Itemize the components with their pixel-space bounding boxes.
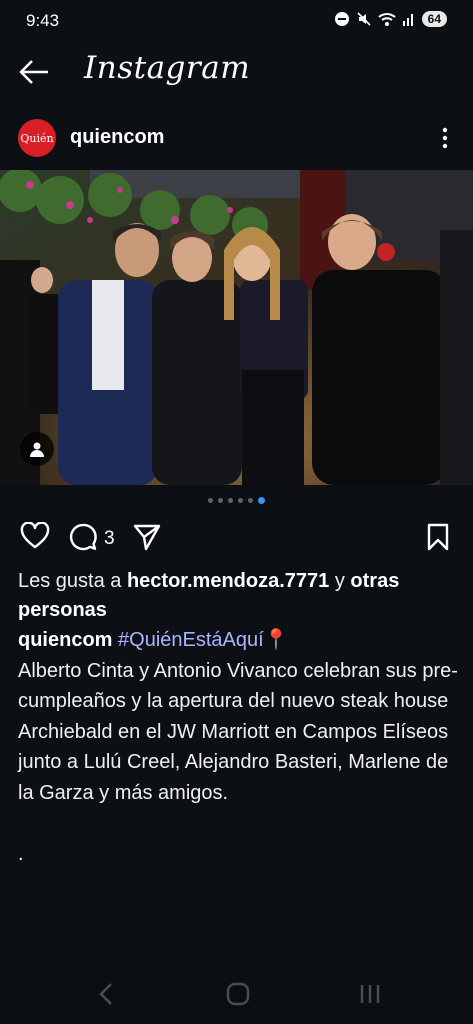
- system-nav-bar: [0, 964, 473, 1024]
- status-time: 9:43: [26, 11, 60, 30]
- battery-icon: 64: [421, 11, 447, 27]
- app-title: Instagram: [84, 50, 251, 86]
- user-tag-icon: [30, 442, 44, 457]
- carousel-dot: [218, 498, 223, 503]
- mute-icon: [357, 12, 371, 26]
- carousel-dot: [208, 498, 213, 503]
- avatar[interactable]: Quién: [18, 119, 56, 157]
- do-not-disturb-icon: [334, 12, 349, 26]
- liker-username[interactable]: hector.mendoza.7771: [127, 570, 329, 592]
- post-header: Quién quiencom: [0, 110, 473, 166]
- post-caption: quiencom #QuiénEstáAquí📍 Alberto Cinta y…: [18, 625, 458, 869]
- caption-text: Alberto Cinta y Antonio Vivanco celebran…: [18, 659, 458, 804]
- status-icons: 64: [334, 11, 447, 27]
- bookmark-icon[interactable]: [426, 522, 450, 552]
- tagged-users-button[interactable]: [20, 432, 54, 466]
- comment-icon[interactable]: [68, 522, 98, 552]
- photo-scene: [0, 170, 473, 485]
- signal-icon: [402, 14, 413, 26]
- comment-count: 3: [104, 528, 115, 549]
- carousel-dot-active: [258, 497, 265, 504]
- post-photo[interactable]: [0, 170, 473, 485]
- heart-icon[interactable]: [20, 522, 50, 550]
- caption-hashtag[interactable]: #QuiénEstáAquí📍: [118, 629, 289, 651]
- nav-home-icon[interactable]: [226, 980, 250, 1008]
- nav-back-icon[interactable]: [96, 980, 116, 1008]
- post-actions: 3: [0, 522, 473, 558]
- share-icon[interactable]: [132, 522, 162, 552]
- carousel-dot: [238, 498, 243, 503]
- avatar-logo-text: Quién: [20, 131, 54, 145]
- nav-recents-icon[interactable]: [358, 980, 382, 1008]
- likes-middle: y: [329, 570, 351, 592]
- wifi-icon: [377, 13, 396, 26]
- caption-trailing: .: [18, 842, 24, 865]
- status-bar: 9:43 64: [0, 0, 473, 44]
- more-options-icon[interactable]: [435, 124, 455, 152]
- arrow-left-icon[interactable]: [18, 58, 52, 86]
- carousel-indicator: [0, 497, 473, 504]
- app-bar: Instagram: [0, 44, 473, 100]
- post-username[interactable]: quiencom: [70, 126, 164, 149]
- caption-username[interactable]: quiencom: [18, 629, 112, 651]
- likes-summary[interactable]: Les gusta a hector.mendoza.7771 y otras …: [18, 567, 458, 625]
- likes-prefix: Les gusta a: [18, 570, 127, 592]
- carousel-dot: [228, 498, 233, 503]
- carousel-dot: [248, 498, 253, 503]
